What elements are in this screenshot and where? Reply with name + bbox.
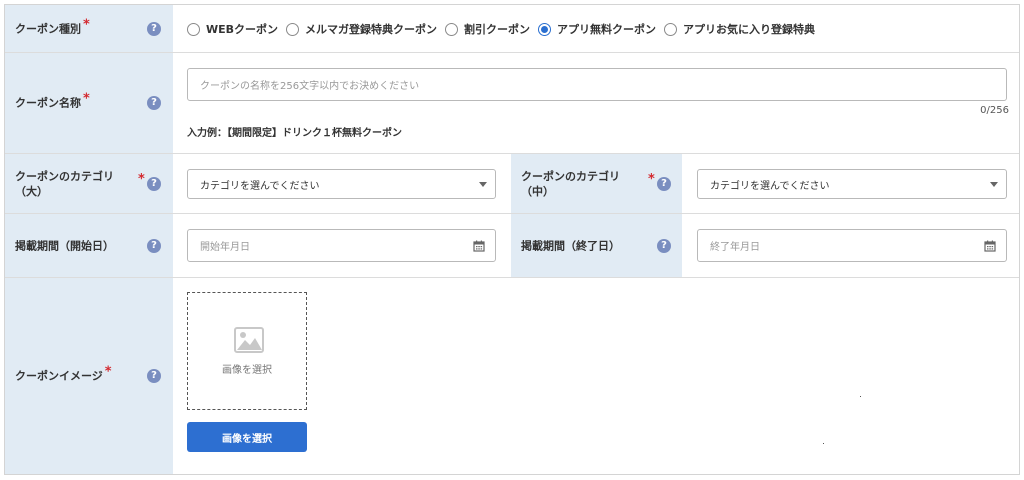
radio-button[interactable] bbox=[664, 22, 678, 36]
calendar-icon[interactable] bbox=[984, 240, 996, 252]
select-image-button[interactable]: 画像を選択 bbox=[187, 422, 307, 452]
image-drop-area[interactable]: 画像を選択 bbox=[187, 292, 307, 410]
help-icon[interactable]: ? bbox=[147, 369, 161, 383]
radio-option-app-free[interactable]: アプリ無料クーポン bbox=[538, 21, 656, 37]
category-large-label: クーポンのカテゴリ （大） bbox=[15, 169, 114, 198]
category-medium-select[interactable]: カテゴリを選んでください bbox=[697, 169, 1007, 199]
required-mark: * bbox=[138, 172, 145, 187]
coupon-type-radio-group: WEBクーポン メルマガ登録特典クーポン 割引クーポン アプリ無料クーポン アプ… bbox=[187, 5, 823, 53]
category-large-label-cell: クーポンのカテゴリ （大） * ? bbox=[5, 154, 173, 213]
coupon-name-label-cell: クーポン名称 * ? bbox=[5, 53, 173, 153]
radio-option-app-favorite[interactable]: アプリお気に入り登録特典 bbox=[664, 21, 815, 37]
period-start-label: 掲載期間（開始日） bbox=[15, 239, 114, 252]
radio-option-mailmag[interactable]: メルマガ登録特典クーポン bbox=[286, 21, 437, 37]
category-large-select[interactable]: カテゴリを選んでください bbox=[187, 169, 496, 199]
character-counter: 0/256 bbox=[980, 105, 1009, 116]
chevron-down-icon bbox=[479, 182, 487, 187]
radio-button-selected[interactable] bbox=[538, 22, 552, 36]
coupon-image-label: クーポンイメージ * bbox=[15, 364, 112, 383]
period-end-label-cell: 掲載期間（終了日） ? bbox=[511, 214, 682, 277]
category-medium-label-cell: クーポンのカテゴリ （中） * ? bbox=[511, 154, 682, 213]
radio-button[interactable] bbox=[445, 22, 459, 36]
image-placeholder-icon bbox=[234, 327, 264, 353]
coupon-image-row: クーポンイメージ * ? 画像を選択 画像を選択 bbox=[5, 278, 1019, 474]
stray-dot bbox=[860, 396, 861, 397]
calendar-icon[interactable] bbox=[473, 240, 485, 252]
help-icon[interactable]: ? bbox=[147, 238, 161, 253]
radio-button[interactable] bbox=[187, 22, 200, 36]
radio-button[interactable] bbox=[286, 22, 300, 36]
coupon-name-input[interactable]: クーポンの名称を256文字以内でお決めください bbox=[187, 68, 1007, 101]
period-end-label: 掲載期間（終了日） bbox=[521, 239, 620, 252]
required-mark: * bbox=[648, 172, 655, 187]
coupon-form: クーポン種別 * ? WEBクーポン メルマガ登録特典クーポン 割引クーポン アプ… bbox=[4, 4, 1020, 475]
input-example-text: 入力例：【期間限定】ドリンク１杯無料クーポン bbox=[187, 128, 402, 139]
radio-option-discount[interactable]: 割引クーポン bbox=[445, 21, 530, 37]
required-mark: * bbox=[104, 364, 112, 380]
posting-period-row: 掲載期間（開始日） ? 開始年月日 掲載期間（終了日） ? 終了年月日 bbox=[5, 214, 1019, 278]
help-icon[interactable]: ? bbox=[147, 21, 161, 36]
coupon-image-label-cell: クーポンイメージ * ? bbox=[5, 278, 173, 474]
period-start-label-cell: 掲載期間（開始日） ? bbox=[5, 214, 173, 277]
period-end-date-input[interactable]: 終了年月日 bbox=[697, 229, 1007, 262]
coupon-category-row: クーポンのカテゴリ （大） * ? カテゴリを選んでください クーポンのカテゴリ… bbox=[5, 154, 1019, 214]
image-box-label: 画像を選択 bbox=[222, 365, 272, 376]
help-icon[interactable]: ? bbox=[147, 96, 161, 110]
period-start-date-input[interactable]: 開始年月日 bbox=[187, 229, 496, 262]
category-medium-label: クーポンのカテゴリ （中） bbox=[521, 169, 620, 198]
coupon-name-label: クーポン名称 * bbox=[15, 91, 90, 110]
chevron-down-icon bbox=[990, 182, 998, 187]
help-icon[interactable]: ? bbox=[657, 176, 671, 191]
coupon-type-label-cell: クーポン種別 * ? bbox=[5, 5, 173, 52]
radio-option-web[interactable]: WEBクーポン bbox=[187, 21, 278, 37]
required-mark: * bbox=[83, 17, 90, 32]
coupon-type-row: クーポン種別 * ? WEBクーポン メルマガ登録特典クーポン 割引クーポン アプ… bbox=[5, 5, 1019, 53]
help-icon[interactable]: ? bbox=[147, 176, 161, 191]
help-icon[interactable]: ? bbox=[657, 238, 671, 253]
coupon-type-label: クーポン種別 * bbox=[15, 17, 90, 35]
stray-dot bbox=[823, 443, 824, 444]
coupon-name-row: クーポン名称 * ? クーポンの名称を256文字以内でお決めください 0/256 … bbox=[5, 53, 1019, 154]
required-mark: * bbox=[83, 91, 90, 107]
